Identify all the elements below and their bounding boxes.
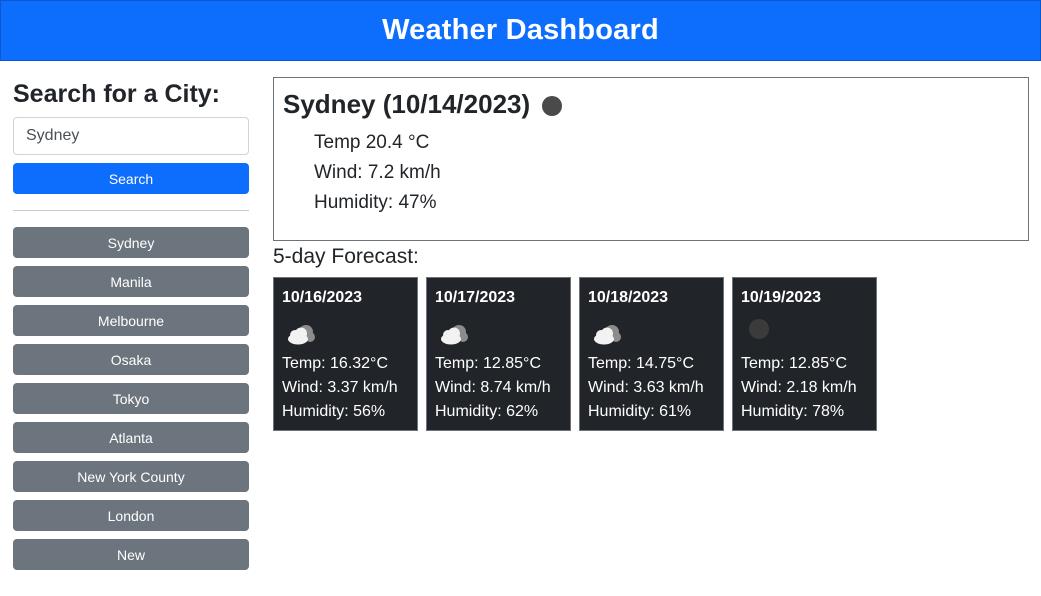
forecast-humidity: Humidity: 78% [741, 403, 845, 420]
history-item-new[interactable]: New [13, 539, 249, 570]
search-history: Sydney Manila Melbourne Osaka Tokyo Atla… [13, 227, 249, 570]
forecast-date: 10/18/2023 [588, 289, 669, 306]
weather-condition-icon [542, 95, 563, 116]
forecast-humidity: Humidity: 56% [282, 403, 386, 420]
history-item-tokyo[interactable]: Tokyo [13, 383, 249, 414]
dark-dot-icon [749, 319, 769, 339]
current-humidity: Humidity: 47% [314, 192, 437, 213]
forecast-temp: Temp: 12.85°C [741, 355, 848, 372]
forecast-date: 10/16/2023 [282, 289, 363, 306]
broken-clouds-icon [435, 318, 562, 348]
forecast-humidity: Humidity: 62% [435, 403, 539, 420]
search-button[interactable]: Search [13, 163, 249, 194]
search-heading: Search for a City: [13, 80, 221, 108]
forecast-wind: Wind: 3.63 km/h [588, 379, 704, 396]
history-item-new-york-county[interactable]: New York County [13, 461, 249, 492]
forecast-date: 10/17/2023 [435, 289, 516, 306]
broken-clouds-icon [588, 318, 715, 348]
broken-clouds-icon [282, 318, 409, 348]
forecast-wind: Wind: 2.18 km/h [741, 379, 857, 396]
city-search-input[interactable] [13, 117, 249, 155]
history-item-sydney[interactable]: Sydney [13, 227, 249, 258]
sidebar-divider [13, 210, 249, 211]
current-weather-details: Temp 20.4 °C Wind: 7.2 km/h Humidity: 47… [283, 128, 1019, 218]
forecast-card: 10/16/2023 Temp: 16.32°C Wind: 3.37 km/h… [273, 277, 418, 431]
current-weather-panel: Sydney (10/14/2023) Temp 20.4 °C Wind: 7… [273, 77, 1029, 241]
forecast-wind: Wind: 3.37 km/h [282, 379, 398, 396]
current-wind: Wind: 7.2 km/h [314, 162, 441, 183]
forecast-temp: Temp: 12.85°C [435, 355, 542, 372]
forecast-card: 10/17/2023 Temp: 12.85°C Wind: 8.74 km/h… [426, 277, 571, 431]
app-header: Weather Dashboard [0, 0, 1041, 61]
current-weather-title-row: Sydney (10/14/2023) [283, 87, 1019, 121]
forecast-cards: 10/16/2023 Temp: 16.32°C Wind: 3.37 km/h… [273, 277, 877, 431]
forecast-card: 10/19/2023 Temp: 12.85°C Wind: 2.18 km/h… [732, 277, 877, 431]
history-item-manila[interactable]: Manila [13, 266, 249, 297]
history-item-atlanta[interactable]: Atlanta [13, 422, 249, 453]
history-item-london[interactable]: London [13, 500, 249, 531]
current-city-date: Sydney (10/14/2023) [283, 89, 531, 119]
forecast-temp: Temp: 16.32°C [282, 355, 389, 372]
page-title: Weather Dashboard [382, 14, 659, 46]
forecast-heading: 5-day Forecast: [273, 245, 419, 268]
sidebar: Search for a City: Search Sydney Manila … [13, 78, 249, 570]
current-temp: Temp 20.4 °C [314, 132, 430, 153]
forecast-card: 10/18/2023 Temp: 14.75°C Wind: 3.63 km/h… [579, 277, 724, 431]
history-item-melbourne[interactable]: Melbourne [13, 305, 249, 336]
forecast-humidity: Humidity: 61% [588, 403, 692, 420]
forecast-wind: Wind: 8.74 km/h [435, 379, 551, 396]
forecast-date: 10/19/2023 [741, 289, 822, 306]
forecast-temp: Temp: 14.75°C [588, 355, 695, 372]
history-item-osaka[interactable]: Osaka [13, 344, 249, 375]
